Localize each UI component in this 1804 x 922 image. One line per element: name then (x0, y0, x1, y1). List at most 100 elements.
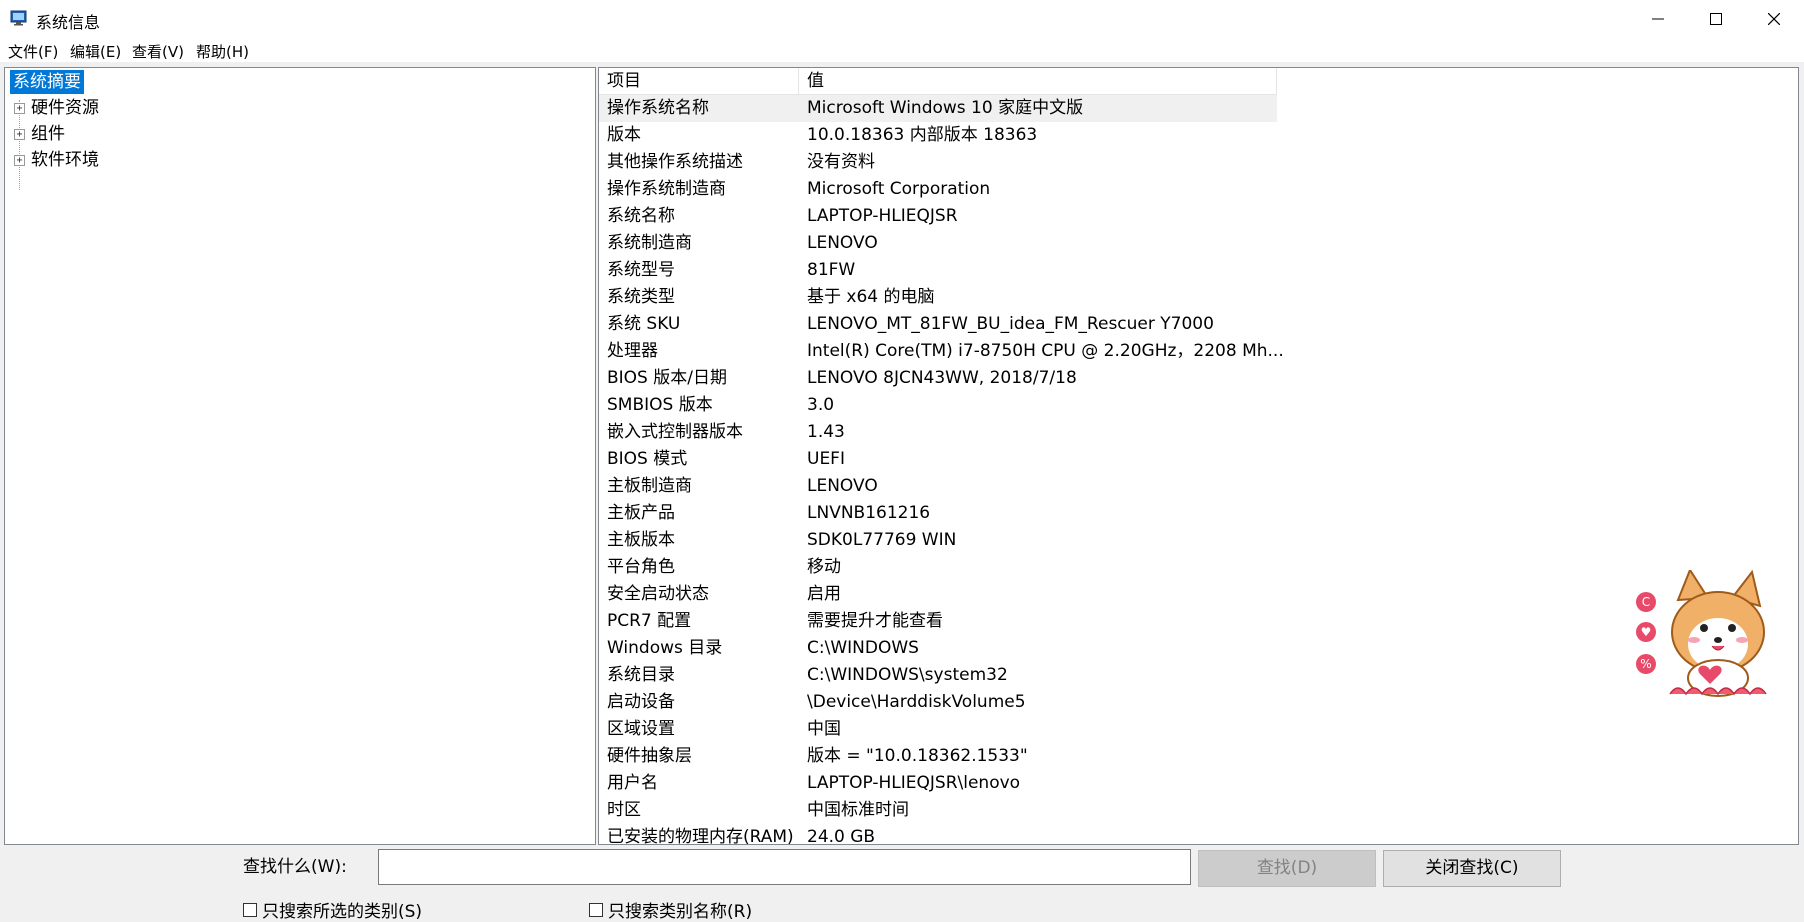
table-row[interactable]: 系统类型 基于 x64 的电脑 (599, 284, 1277, 311)
table-row[interactable]: BIOS 版本/日期 LENOVO 8JCN43WW, 2018/7/18 (599, 365, 1277, 392)
menu-view[interactable]: 查看(V) (132, 41, 184, 62)
table-row[interactable]: 其他操作系统描述 没有资料 (599, 149, 1277, 176)
row-item-name: 系统名称 (607, 206, 675, 226)
table-row[interactable]: 嵌入式控制器版本 1.43 (599, 419, 1277, 446)
row-item-value: C:\WINDOWS (807, 638, 919, 658)
row-item-name: BIOS 版本/日期 (607, 368, 727, 388)
row-item-name: 主板版本 (607, 530, 675, 550)
expand-components-icon[interactable]: + (14, 129, 25, 140)
find-button[interactable]: 查找(D) (1198, 850, 1376, 887)
table-row[interactable]: 系统目录 C:\WINDOWS\system32 (599, 662, 1277, 689)
find-input[interactable] (378, 849, 1191, 885)
table-row[interactable]: 版本 10.0.18363 内部版本 18363 (599, 122, 1277, 149)
row-item-name: 硬件抽象层 (607, 746, 692, 766)
table-row[interactable]: 主板制造商 LENOVO (599, 473, 1277, 500)
row-item-name: 区域设置 (607, 719, 675, 739)
minimize-button[interactable] (1628, 0, 1688, 38)
row-item-name: 时区 (607, 800, 641, 820)
checkbox-box[interactable] (243, 902, 257, 917)
table-row[interactable]: 系统型号 81FW (599, 257, 1277, 284)
tree-item-software-environment[interactable]: 软件环境 (31, 148, 99, 172)
menu-help[interactable]: 帮助(H) (196, 41, 249, 62)
menu-file[interactable]: 文件(F) (8, 41, 58, 62)
table-row[interactable]: 操作系统制造商 Microsoft Corporation (599, 176, 1277, 203)
table-row[interactable]: 用户名 LAPTOP-HLIEQJSR\lenovo (599, 770, 1277, 797)
menu-bar: 文件(F) 编辑(E) 查看(V) 帮助(H) (0, 38, 1804, 62)
row-item-value: LENOVO (807, 476, 878, 496)
mascot-menu-icon-c[interactable]: C (1636, 592, 1656, 612)
tree-item-system-summary[interactable]: 系统摘要 (10, 70, 84, 94)
row-item-name: 操作系统制造商 (607, 179, 726, 199)
row-item-value: 中国 (807, 719, 841, 739)
table-row[interactable]: 主板产品 LNVNB161216 (599, 500, 1277, 527)
expand-hardware-icon[interactable]: + (14, 103, 25, 114)
close-find-button[interactable]: 关闭查找(C) (1383, 850, 1561, 887)
checkbox-label: 只搜索类别名称(R) (608, 902, 753, 922)
checkbox-category-names-only[interactable]: 只搜索类别名称(R) (589, 897, 752, 922)
table-row[interactable]: PCR7 配置 需要提升才能查看 (599, 608, 1277, 635)
row-item-value: 移动 (807, 557, 841, 577)
row-item-value: 基于 x64 的电脑 (807, 287, 935, 307)
title-bar: 系统信息 (0, 0, 1804, 38)
mascot-menu-icon-percent[interactable]: % (1636, 654, 1656, 674)
row-item-value: LENOVO (807, 233, 878, 253)
table-row[interactable]: 系统名称 LAPTOP-HLIEQJSR (599, 203, 1277, 230)
table-row[interactable]: SMBIOS 版本 3.0 (599, 392, 1277, 419)
row-item-name: 系统类型 (607, 287, 675, 307)
table-row[interactable]: 安全启动状态 启用 (599, 581, 1277, 608)
row-item-value: 1.43 (807, 422, 845, 442)
row-item-value: 需要提升才能查看 (807, 611, 943, 631)
table-row[interactable]: 系统 SKU LENOVO_MT_81FW_BU_idea_FM_Rescuer … (599, 311, 1277, 338)
category-tree[interactable]: 系统摘要 + 硬件资源 + 组件 + 软件环境 (4, 67, 596, 845)
table-row[interactable]: BIOS 模式 UEFI (599, 446, 1277, 473)
row-item-name: 系统 SKU (607, 314, 681, 334)
row-item-name: PCR7 配置 (607, 611, 692, 631)
table-row[interactable]: 主板版本 SDK0L77769 WIN (599, 527, 1277, 554)
table-row[interactable]: 时区 中国标准时间 (599, 797, 1277, 824)
table-row[interactable]: 系统制造商 LENOVO (599, 230, 1277, 257)
row-item-value: \Device\HarddiskVolume5 (807, 692, 1026, 712)
table-row[interactable]: 平台角色 移动 (599, 554, 1277, 581)
row-item-value: LAPTOP-HLIEQJSR (807, 206, 958, 226)
row-item-name: 处理器 (607, 341, 658, 361)
menu-edit[interactable]: 编辑(E) (70, 41, 121, 62)
tree-item-hardware-resources[interactable]: 硬件资源 (31, 96, 99, 120)
close-button[interactable] (1744, 0, 1804, 38)
row-item-name: 嵌入式控制器版本 (607, 422, 743, 442)
details-list[interactable]: 项目 值 操作系统名称 Microsoft Windows 10 家庭中文版 版本 1… (598, 67, 1799, 845)
row-item-name: 主板产品 (607, 503, 675, 523)
row-item-value: 版本 = "10.0.18362.1533" (807, 746, 1028, 766)
column-header-value[interactable]: 值 (799, 68, 1277, 95)
checkbox-selected-category-only[interactable]: 只搜索所选的类别(S) (243, 897, 422, 922)
row-item-name: 操作系统名称 (607, 98, 709, 118)
row-item-value: 3.0 (807, 395, 835, 415)
column-header-item[interactable]: 项目 (599, 68, 799, 95)
expand-software-icon[interactable]: + (14, 155, 25, 166)
table-row[interactable]: 硬件抽象层 版本 = "10.0.18362.1533" (599, 743, 1277, 770)
row-item-value: LENOVO 8JCN43WW, 2018/7/18 (807, 368, 1077, 388)
table-row[interactable]: 操作系统名称 Microsoft Windows 10 家庭中文版 (599, 95, 1277, 122)
table-row[interactable]: 启动设备 \Device\HarddiskVolume5 (599, 689, 1277, 716)
checkbox-label: 只搜索所选的类别(S) (262, 902, 423, 922)
row-item-name: 已安装的物理内存(RAM) (607, 827, 794, 845)
find-bar: 查找什么(W): 查找(D) 关闭查找(C) 只搜索所选的类别(S) 只搜索类别… (0, 845, 1804, 922)
tree-item-components[interactable]: 组件 (31, 122, 65, 146)
minimize-icon (1652, 18, 1664, 20)
maximize-button[interactable] (1686, 0, 1746, 38)
row-item-value: Microsoft Corporation (807, 179, 991, 199)
row-item-name: 版本 (607, 125, 641, 145)
table-row[interactable]: 处理器 Intel(R) Core(TM) i7-8750H CPU @ 2.20… (599, 338, 1284, 365)
row-item-value: UEFI (807, 449, 845, 469)
table-row[interactable]: Windows 目录 C:\WINDOWS (599, 635, 1277, 662)
table-row[interactable]: 区域设置 中国 (599, 716, 1277, 743)
row-item-name: 安全启动状态 (607, 584, 709, 604)
row-item-value: LNVNB161216 (807, 503, 931, 523)
checkbox-box[interactable] (589, 902, 603, 917)
corgi-mascot-icon[interactable] (1660, 570, 1780, 710)
row-item-name: 系统型号 (607, 260, 675, 280)
mascot-menu-icon-shirt[interactable]: ♥ (1636, 622, 1656, 642)
find-label: 查找什么(W): (243, 857, 347, 877)
table-row[interactable]: 已安装的物理内存(RAM) 24.0 GB (599, 824, 1277, 845)
row-item-name: 系统制造商 (607, 233, 692, 253)
row-item-name: BIOS 模式 (607, 449, 688, 469)
